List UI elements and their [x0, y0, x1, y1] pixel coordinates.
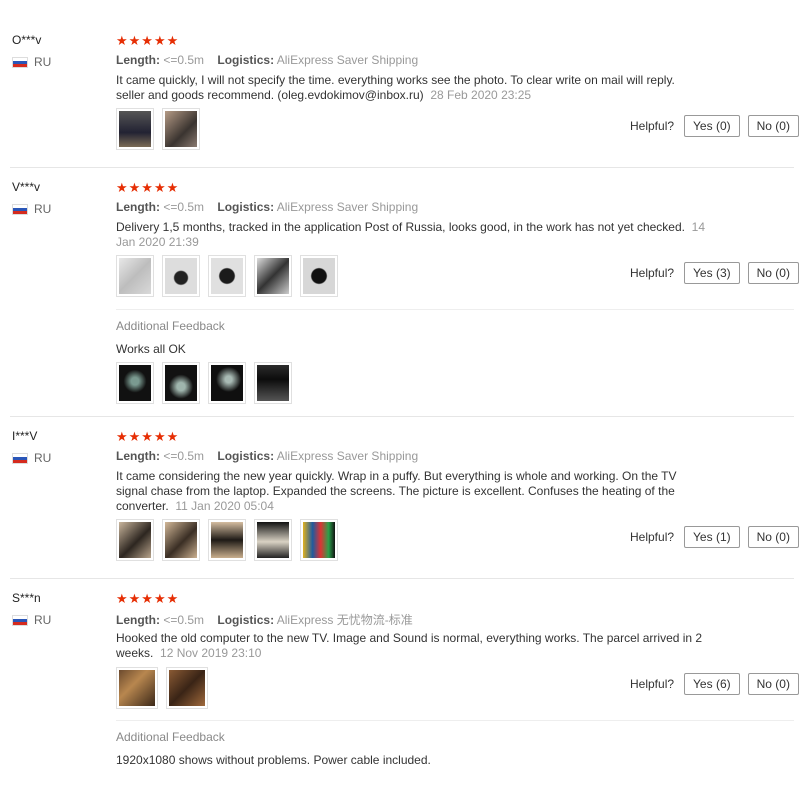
review-text: It came quickly, I will not specify the …	[116, 73, 706, 103]
vote-yes-button[interactable]: Yes (6)	[684, 673, 740, 695]
reviews-list: O***v RU ★★★★★ Length: <=0.5m Logistics:…	[0, 0, 800, 800]
logistics-value: AliExpress Saver Shipping	[276, 449, 419, 463]
vote-no-button[interactable]: No (0)	[747, 526, 799, 548]
review-photo-thumbnail[interactable]	[208, 255, 246, 297]
vote-yes-button[interactable]: Yes (3)	[684, 262, 740, 284]
length-value: <=0.5m	[163, 53, 205, 67]
logistics-label: Logistics:	[217, 449, 275, 463]
review-divider	[10, 167, 794, 168]
reviewer-name: I***V	[12, 429, 38, 443]
review-text: Delivery 1,5 months, tracked in the appl…	[116, 220, 706, 250]
country-code: RU	[34, 613, 52, 627]
country-code: RU	[34, 202, 52, 216]
star-rating: ★★★★★	[116, 180, 180, 195]
review-date: 28 Feb 2020 23:25	[430, 88, 532, 102]
review-photo-thumbnail[interactable]	[254, 362, 292, 404]
vote-yes-button[interactable]: Yes (1)	[684, 526, 740, 548]
russia-flag-icon	[12, 452, 28, 464]
review-photo-thumbnail[interactable]	[162, 519, 200, 561]
star-rating: ★★★★★	[116, 33, 180, 48]
length-label: Length:	[116, 449, 160, 463]
logistics-value: AliExpress Saver Shipping	[276, 200, 419, 214]
reviewer-country: RU	[12, 55, 51, 69]
review-photo-thumbnail[interactable]	[116, 108, 154, 150]
review-text: Hooked the old computer to the new TV. I…	[116, 631, 706, 661]
helpful-label: Helpful?	[630, 119, 675, 133]
review-photo-thumbnail[interactable]	[162, 255, 200, 297]
review-photo-thumbnail[interactable]	[254, 519, 292, 561]
star-rating: ★★★★★	[116, 429, 180, 444]
review-photo-thumbnail[interactable]	[208, 519, 246, 561]
helpful-vote: Helpful? Yes (0) No (0)	[630, 115, 799, 137]
review-photos	[116, 255, 338, 297]
additional-feedback-text: Works all OK	[116, 342, 186, 356]
helpful-label: Helpful?	[630, 530, 675, 544]
length-value: <=0.5m	[163, 200, 205, 214]
helpful-vote: Helpful? Yes (1) No (0)	[630, 526, 799, 548]
helpful-label: Helpful?	[630, 266, 675, 280]
length-value: <=0.5m	[163, 613, 205, 627]
reviewer-name: S***n	[12, 591, 41, 605]
review-photo-thumbnail[interactable]	[162, 108, 200, 150]
review-photos	[116, 519, 338, 561]
review-divider	[10, 416, 794, 417]
review-meta: Length: <=0.5m Logistics: AliExpress Sav…	[116, 200, 418, 214]
review-photo-thumbnail[interactable]	[116, 519, 154, 561]
additional-feedback-title: Additional Feedback	[116, 730, 225, 744]
review-divider	[10, 578, 794, 579]
review-photo-thumbnail[interactable]	[254, 255, 292, 297]
helpful-vote: Helpful? Yes (6) No (0)	[630, 673, 799, 695]
review-date: 11 Jan 2020 05:04	[175, 499, 274, 513]
length-label: Length:	[116, 200, 160, 214]
review-photo-thumbnail[interactable]	[300, 519, 338, 561]
star-rating: ★★★★★	[116, 591, 180, 606]
length-value: <=0.5m	[163, 449, 205, 463]
length-label: Length:	[116, 53, 160, 67]
reviewer-country: RU	[12, 451, 51, 465]
logistics-label: Logistics:	[217, 200, 275, 214]
review-photo-thumbnail[interactable]	[116, 255, 154, 297]
review-date: 12 Nov 2019 23:10	[160, 646, 262, 660]
review-meta: Length: <=0.5m Logistics: AliExpress Sav…	[116, 449, 418, 463]
helpful-label: Helpful?	[630, 677, 675, 691]
country-code: RU	[34, 55, 52, 69]
logistics-label: Logistics:	[217, 53, 275, 67]
additional-feedback-title: Additional Feedback	[116, 319, 225, 333]
review-photo-thumbnail[interactable]	[116, 667, 158, 709]
additional-feedback-divider	[116, 720, 794, 721]
review-photo-thumbnail[interactable]	[166, 667, 208, 709]
russia-flag-icon	[12, 614, 28, 626]
review-meta: Length: <=0.5m Logistics: AliExpress 无忧物…	[116, 611, 413, 628]
review-text: It came considering the new year quickly…	[116, 469, 706, 514]
reviewer-country: RU	[12, 613, 51, 627]
review-meta: Length: <=0.5m Logistics: AliExpress Sav…	[116, 53, 418, 67]
vote-no-button[interactable]: No (0)	[747, 673, 799, 695]
review-photo-thumbnail[interactable]	[300, 255, 338, 297]
country-code: RU	[34, 451, 52, 465]
review-body: Delivery 1,5 months, tracked in the appl…	[116, 220, 685, 234]
reviewer-name: V***v	[12, 180, 41, 194]
review-photos	[116, 108, 200, 150]
additional-feedback-text: 1920x1080 shows without problems. Power …	[116, 753, 431, 767]
reviewer-name: O***v	[12, 33, 42, 47]
vote-no-button[interactable]: No (0)	[747, 115, 799, 137]
review-body: It came quickly, I will not specify the …	[116, 73, 675, 102]
additional-feedback-divider	[116, 309, 794, 310]
russia-flag-icon	[12, 56, 28, 68]
review-photo-thumbnail[interactable]	[162, 362, 200, 404]
length-label: Length:	[116, 613, 160, 627]
vote-no-button[interactable]: No (0)	[747, 262, 799, 284]
russia-flag-icon	[12, 203, 28, 215]
logistics-label: Logistics:	[217, 613, 275, 627]
helpful-vote: Helpful? Yes (3) No (0)	[630, 262, 799, 284]
vote-yes-button[interactable]: Yes (0)	[684, 115, 740, 137]
review-photo-thumbnail[interactable]	[208, 362, 246, 404]
review-photos	[116, 667, 208, 709]
additional-feedback-photos	[116, 362, 292, 404]
logistics-value: AliExpress Saver Shipping	[276, 53, 419, 67]
logistics-value: AliExpress 无忧物流-标准	[276, 613, 413, 627]
review-photo-thumbnail[interactable]	[116, 362, 154, 404]
reviewer-country: RU	[12, 202, 51, 216]
